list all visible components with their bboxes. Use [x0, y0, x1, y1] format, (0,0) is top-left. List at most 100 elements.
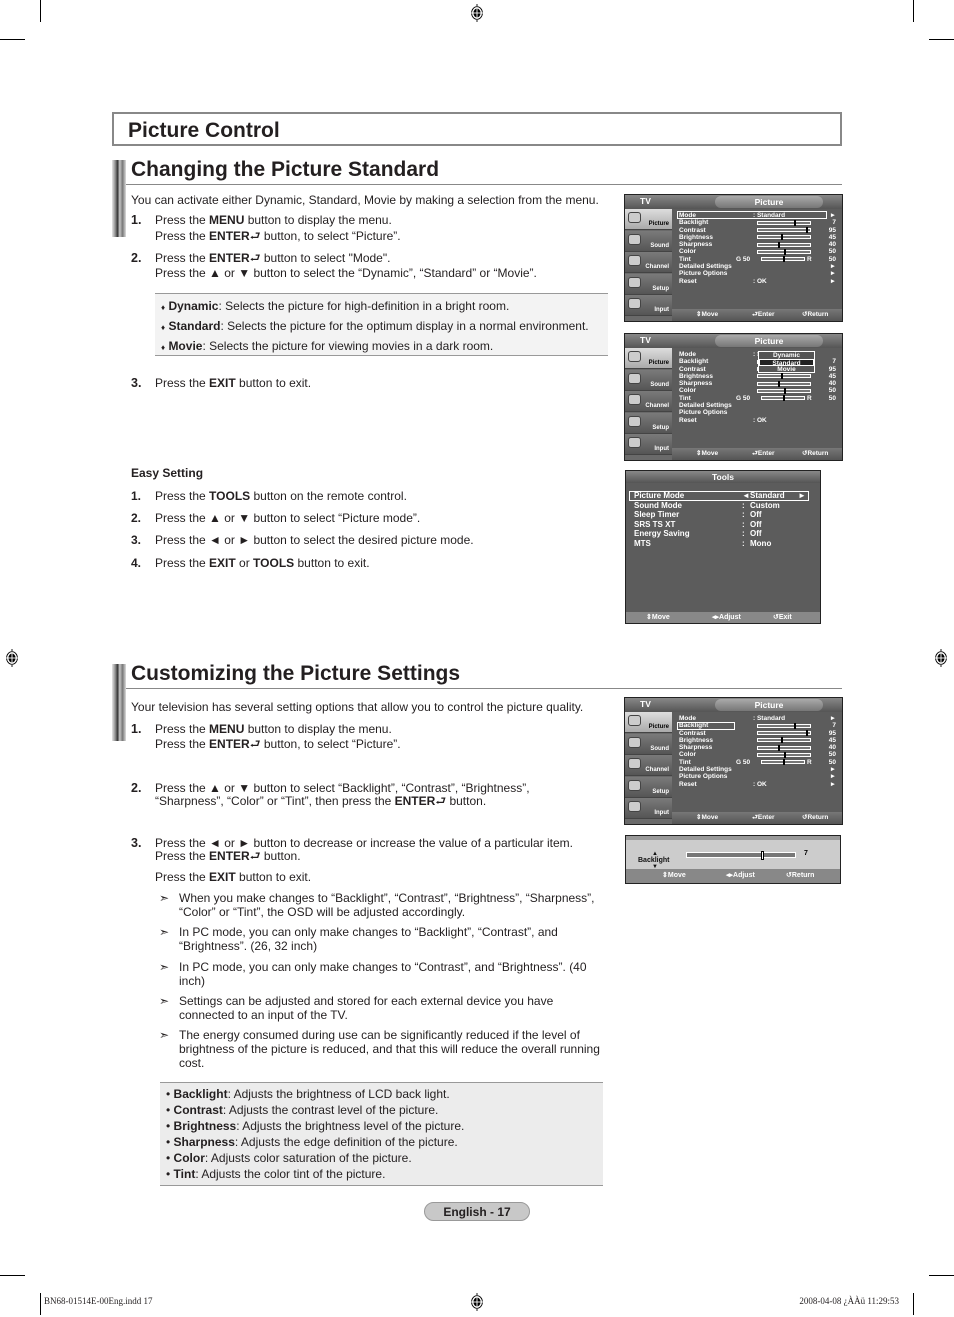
osd-slider[interactable]	[757, 219, 811, 226]
osd-row[interactable]: Tint G 50 R 50	[679, 759, 836, 766]
osd-sidebar-item[interactable]: Sound	[625, 733, 672, 755]
osd-row[interactable]: Detailed Settings	[679, 402, 836, 409]
osd-row[interactable]: Backlight 7	[679, 219, 836, 226]
osd-slider[interactable]	[757, 234, 811, 241]
osd-sidebar-item[interactable]: Sound	[625, 369, 672, 391]
osd-row-label: Color	[679, 751, 696, 759]
osd-row[interactable]: Picture Options ►	[679, 270, 836, 277]
osd-slider[interactable]	[757, 730, 811, 737]
slider-knob[interactable]	[760, 851, 764, 860]
osd-slider[interactable]	[757, 737, 811, 744]
slider-knob[interactable]	[782, 256, 785, 263]
slider-knob[interactable]	[782, 395, 785, 402]
osd-sidebar-item[interactable]: Picture	[625, 712, 672, 733]
osd-sidebar-item[interactable]: Setup	[625, 412, 672, 434]
tools-row[interactable]: SRS TS XT: Off	[634, 520, 810, 530]
osd-row[interactable]: Brightness 45	[679, 373, 836, 380]
osd-slider[interactable]	[761, 256, 805, 263]
footer-move: ⇕ Move	[696, 450, 719, 457]
slider-knob[interactable]	[782, 759, 785, 766]
osd-row[interactable]: Picture Options	[679, 409, 836, 416]
tools-row[interactable]: Picture Mode ◄ Standard ►	[634, 491, 810, 501]
osd-row[interactable]: Sharpness 40	[679, 744, 836, 751]
osd-header: TV Picture	[625, 698, 842, 712]
tools-row[interactable]: MTS: Mono	[634, 539, 810, 549]
input-icon	[628, 298, 641, 309]
osd-row[interactable]: Contrast 95	[679, 730, 836, 737]
osd-slider[interactable]	[757, 241, 811, 248]
osd-slider[interactable]	[757, 744, 811, 751]
osd-row[interactable]: Tint G 50 R 50	[679, 395, 836, 402]
slider-knob[interactable]	[778, 744, 781, 751]
osd-row[interactable]: Color 50	[679, 751, 836, 758]
osd-row-label: Picture Options	[679, 409, 728, 417]
slider-knob[interactable]	[793, 722, 796, 729]
osd-slider[interactable]	[757, 387, 811, 394]
section-bar	[112, 664, 126, 741]
osd-slider[interactable]	[757, 722, 811, 729]
osd-row[interactable]: Color 50	[679, 248, 836, 255]
osd-row[interactable]: Contrast 95	[679, 227, 836, 234]
osd-slider[interactable]	[757, 248, 811, 255]
slider-knob[interactable]	[780, 373, 783, 380]
osd-row[interactable]: Reset: OK ►	[679, 278, 836, 285]
osd-row-number: 50	[828, 255, 836, 263]
sound-icon	[628, 736, 641, 748]
osd-sidebar-item[interactable]: Setup	[625, 273, 672, 295]
osd-slider[interactable]	[757, 373, 811, 380]
osd-row[interactable]: Picture Options ►	[679, 773, 836, 780]
osd-sidebar-item[interactable]: Setup	[625, 776, 672, 798]
slider-knob[interactable]	[806, 730, 809, 737]
osd-sidebar-item[interactable]: Input	[625, 798, 672, 819]
slider-knob[interactable]	[806, 227, 809, 234]
osd-sidebar-item[interactable]: Channel	[625, 755, 672, 776]
slider-knob[interactable]	[783, 751, 786, 758]
dropdown-option[interactable]: Dynamic	[759, 352, 814, 359]
footer-exit: ↺ Exit	[773, 614, 792, 621]
dropdown-option[interactable]: Movie	[759, 366, 814, 373]
tools-row[interactable]: Sleep Timer: Off	[634, 510, 810, 520]
osd-row-label: Brightness	[679, 372, 713, 380]
osd-row[interactable]: Color 50	[679, 387, 836, 394]
slider-knob[interactable]	[780, 737, 783, 744]
tint-right-label: R	[807, 394, 812, 402]
slider-knob[interactable]	[780, 234, 783, 241]
enter-icon: ⮐	[249, 737, 261, 751]
osd-slider[interactable]	[757, 227, 811, 234]
osd-sidebar-item[interactable]: Channel	[625, 391, 672, 412]
tools-row-separator: :	[742, 500, 745, 510]
osd-row[interactable]: Tint G 50 R 50	[679, 256, 836, 263]
osd-sidebar-item[interactable]: Input	[625, 295, 672, 316]
osd-sidebar-item[interactable]: Input	[625, 434, 672, 455]
osd-row[interactable]: Sharpness 40	[679, 380, 836, 387]
step-text: Press the EXIT button to exit.	[155, 376, 312, 390]
backlight-slider[interactable]	[686, 851, 796, 860]
tools-row[interactable]: Energy Saving: Off	[634, 529, 810, 539]
footer-return: ↺ Return	[802, 814, 829, 821]
osd-row[interactable]: Sharpness 40	[679, 241, 836, 248]
osd-sidebar-item[interactable]: Picture	[625, 209, 672, 230]
slider-knob[interactable]	[778, 241, 781, 248]
osd-slider[interactable]	[757, 380, 811, 387]
osd-slider[interactable]	[761, 759, 805, 766]
osd-row[interactable]: Brightness 45	[679, 234, 836, 241]
osd-row-label: Detailed Settings	[679, 402, 732, 410]
osd-row[interactable]: Brightness 45	[679, 737, 836, 744]
osd-slider[interactable]	[757, 751, 811, 758]
slider-knob[interactable]	[783, 248, 786, 255]
osd-sidebar-item[interactable]: Sound	[625, 230, 672, 252]
osd-row[interactable]: Reset: OK ►	[679, 781, 836, 788]
tools-row[interactable]: Sound Mode: Custom	[634, 501, 810, 511]
slider-knob[interactable]	[793, 219, 796, 226]
osd-row[interactable]: Detailed Settings ►	[679, 766, 836, 773]
osd-sidebar-item[interactable]: Picture	[625, 348, 672, 369]
slider-knob[interactable]	[783, 387, 786, 394]
dropdown-option[interactable]: Standard	[759, 359, 814, 367]
osd-row[interactable]: Reset: OK	[679, 417, 836, 424]
slider-knob[interactable]	[778, 380, 781, 387]
osd-slider[interactable]	[761, 395, 805, 402]
mode-dropdown[interactable]: Dynamic Standard Movie	[758, 351, 815, 373]
osd-sidebar-item[interactable]: Channel	[625, 252, 672, 273]
definition-item: • Sharpness: Adjusts the edge definition…	[166, 1135, 458, 1149]
osd-row[interactable]: Detailed Settings ►	[679, 263, 836, 270]
